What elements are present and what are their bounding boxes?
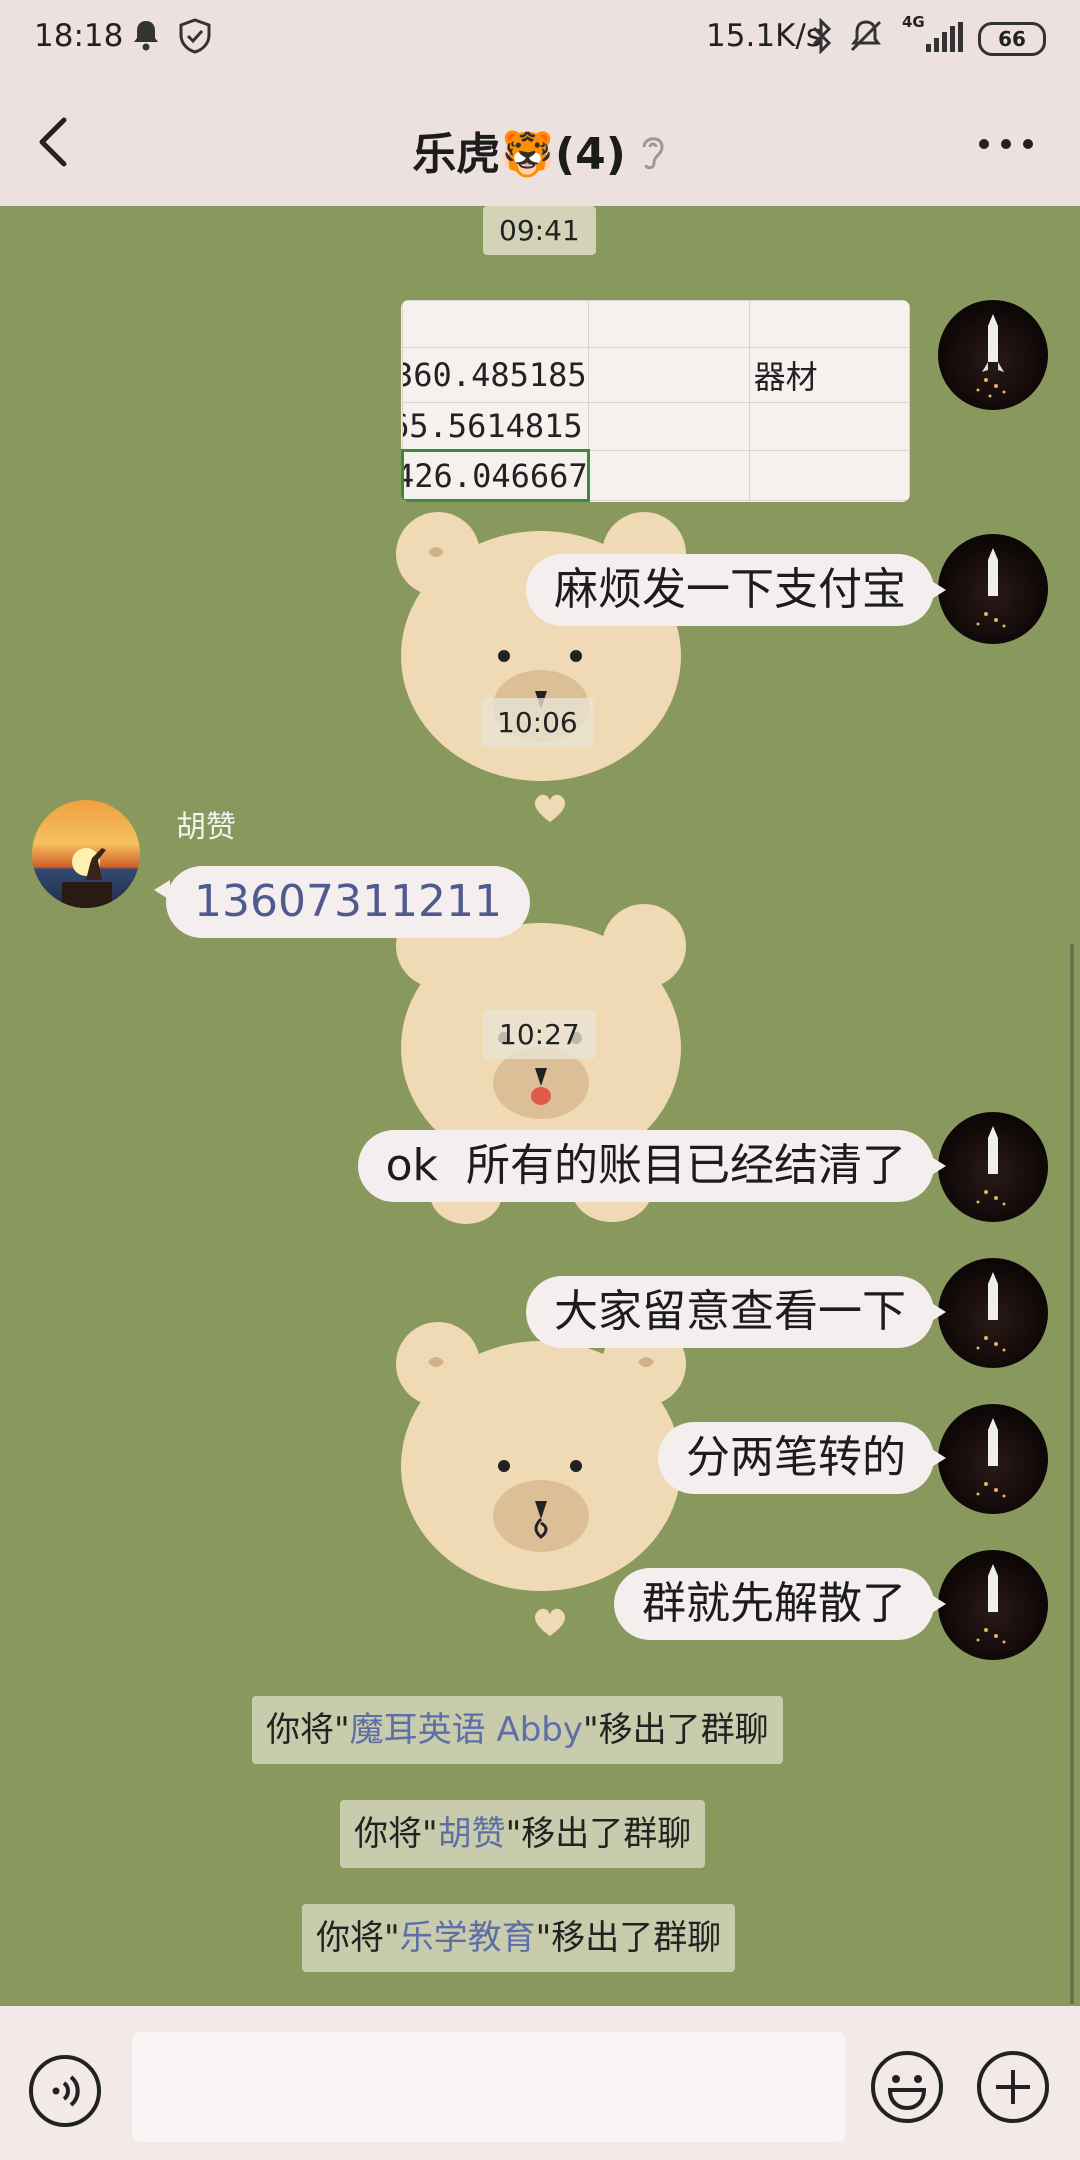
message-bubble[interactable]: 13607311211 (154, 866, 530, 938)
self-avatar[interactable] (938, 1112, 1048, 1222)
table-row: 426.046667 (401, 449, 910, 502)
bear-wallpaper-image (396, 1322, 686, 1591)
more-dots-icon[interactable] (976, 132, 1036, 156)
chat-header: 乐虎🐯(4) (0, 76, 1080, 206)
mute-bell-icon (848, 18, 884, 62)
chat-scrollbar[interactable] (1070, 944, 1074, 2004)
message-input[interactable] (132, 2032, 846, 2142)
member-name-link[interactable]: 魔耳英语 Abby (350, 1710, 583, 1750)
self-avatar[interactable] (938, 300, 1048, 410)
shield-check-icon (178, 18, 212, 62)
plus-icon[interactable] (976, 2050, 1050, 2128)
self-avatar[interactable] (938, 534, 1048, 644)
status-bar: 18:18 15.1K/s 4G 66 (0, 0, 1080, 76)
message-bubble[interactable]: 大家留意查看一下 (526, 1276, 946, 1348)
member-name-link[interactable]: 乐学教育 (400, 1918, 536, 1958)
system-notice: 你将"魔耳英语 Abby"移出了群聊 (252, 1696, 783, 1764)
bluetooth-icon (810, 17, 834, 62)
status-time: 18:18 (34, 18, 124, 54)
chat-title: 乐虎🐯(4) (412, 129, 626, 180)
input-bar (0, 2006, 1080, 2160)
message-bubble[interactable]: 分两笔转的 (658, 1422, 946, 1494)
message-timestamp: 10:27 (483, 1010, 596, 1059)
table-row: 65.5614815 (402, 401, 910, 452)
network-speed: 15.1K/s (706, 18, 822, 54)
message-timestamp: 10:06 (481, 698, 594, 747)
member-name-link[interactable]: 胡赞 (438, 1814, 506, 1854)
system-notice: 你将"胡赞"移出了群聊 (340, 1800, 706, 1868)
table-row (402, 300, 910, 349)
signal-label: 4G (902, 13, 925, 31)
system-notice: 你将"乐学教育"移出了群聊 (302, 1904, 736, 1972)
battery-icon: 66 (978, 22, 1046, 56)
self-avatar[interactable] (938, 1550, 1048, 1660)
table-row: 360.485185 器材 (402, 347, 910, 403)
notification-bell-icon (130, 18, 162, 60)
signal-icon (924, 22, 964, 60)
bear-wallpaper-image (396, 512, 686, 781)
message-timestamp: 09:41 (483, 206, 596, 255)
voice-icon[interactable] (28, 2054, 102, 2132)
ear-icon (638, 131, 668, 184)
page-title: 乐虎🐯(4) (0, 118, 1080, 184)
message-bubble[interactable]: 麻烦发一下支付宝 (526, 554, 946, 626)
sender-name: 胡赞 (176, 810, 236, 845)
spreadsheet-image-message[interactable]: 360.485185 器材 65.5614815 426.046667 (401, 300, 910, 502)
message-bubble[interactable]: ok 所有的账目已经结清了 (357, 1130, 947, 1202)
spreadsheet-table: 360.485185 器材 65.5614815 426.046667 (401, 300, 910, 502)
heart-decoration-icon (534, 794, 566, 822)
self-avatar[interactable] (938, 1258, 1048, 1368)
self-avatar[interactable] (938, 1404, 1048, 1514)
message-bubble[interactable]: 群就先解散了 (614, 1568, 946, 1640)
heart-decoration-icon (534, 1608, 566, 1636)
chat-area[interactable]: 09:41 360.485185 器材 65.5614815 426.046667… (0, 206, 1080, 2006)
emoji-icon[interactable] (870, 2050, 944, 2128)
sender-avatar[interactable] (32, 800, 140, 908)
